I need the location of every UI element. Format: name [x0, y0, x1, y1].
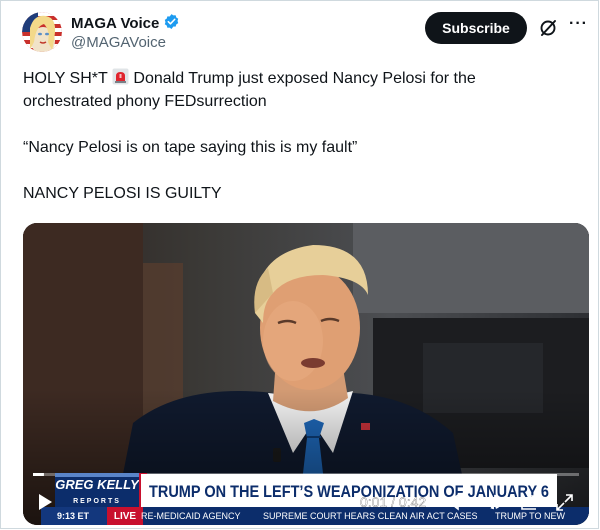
tweet-card: MAGA Voice @MAGAVoice Subscribe ··· HOLY…: [0, 0, 599, 529]
tweet-text: HOLY SH*T Donald Trump just exposed Nanc…: [23, 67, 583, 205]
more-options-icon[interactable]: ···: [569, 15, 589, 35]
ticker-time: 9:13 ET: [57, 511, 90, 521]
video-player[interactable]: GREG KELLY REPORTS TRUMP ON THE LEFT’S W…: [23, 223, 589, 525]
author-handle[interactable]: @MAGAVoice: [71, 34, 166, 51]
ticker-item: RE-MEDICAID AGENCY: [141, 511, 241, 521]
tweet-closing: NANCY PELOSI IS GUILTY: [23, 185, 222, 202]
video-time: 0:01 / 0:42: [360, 494, 426, 510]
subscribe-button[interactable]: Subscribe: [425, 12, 527, 44]
tweet-line-1: HOLY SH*T Donald Trump just exposed Nanc…: [23, 67, 583, 90]
tweet-text-segment: HOLY SH*T: [23, 70, 108, 87]
news-ticker: 9:13 ET LIVE RE-MEDICAID AGENCY SUPREME …: [41, 507, 589, 525]
tweet-text-segment: Donald Trump just exposed Nancy Pelosi f…: [133, 70, 476, 87]
avatar[interactable]: [22, 12, 62, 52]
verified-badge-icon[interactable]: [163, 13, 180, 34]
grok-icon[interactable]: [538, 18, 558, 38]
author-name[interactable]: MAGA Voice: [71, 15, 159, 32]
ticker-item: SUPREME COURT HEARS CLEAN AIR ACT CASES: [263, 511, 478, 521]
siren-emoji-icon: [112, 68, 129, 85]
chyron-headline: TRUMP ON THE LEFT’S WEAPONIZATION OF JAN…: [149, 483, 549, 501]
chyron-brand-bottom: REPORTS: [73, 498, 121, 505]
tweet-quote: “Nancy Pelosi is on tape saying this is …: [23, 139, 358, 156]
tweet-line-2: orchestrated phony FEDsurrection: [23, 93, 267, 110]
ticker-item: TRUMP TO NEW: [495, 511, 566, 521]
author-name-row[interactable]: MAGA Voice: [71, 13, 180, 34]
chyron-brand-top: GREG KELLY: [55, 477, 140, 492]
video-frame[interactable]: GREG KELLY REPORTS TRUMP ON THE LEFT’S W…: [23, 223, 589, 525]
chyron: GREG KELLY REPORTS TRUMP ON THE LEFT’S W…: [55, 473, 557, 507]
ticker-live: LIVE: [114, 511, 137, 522]
